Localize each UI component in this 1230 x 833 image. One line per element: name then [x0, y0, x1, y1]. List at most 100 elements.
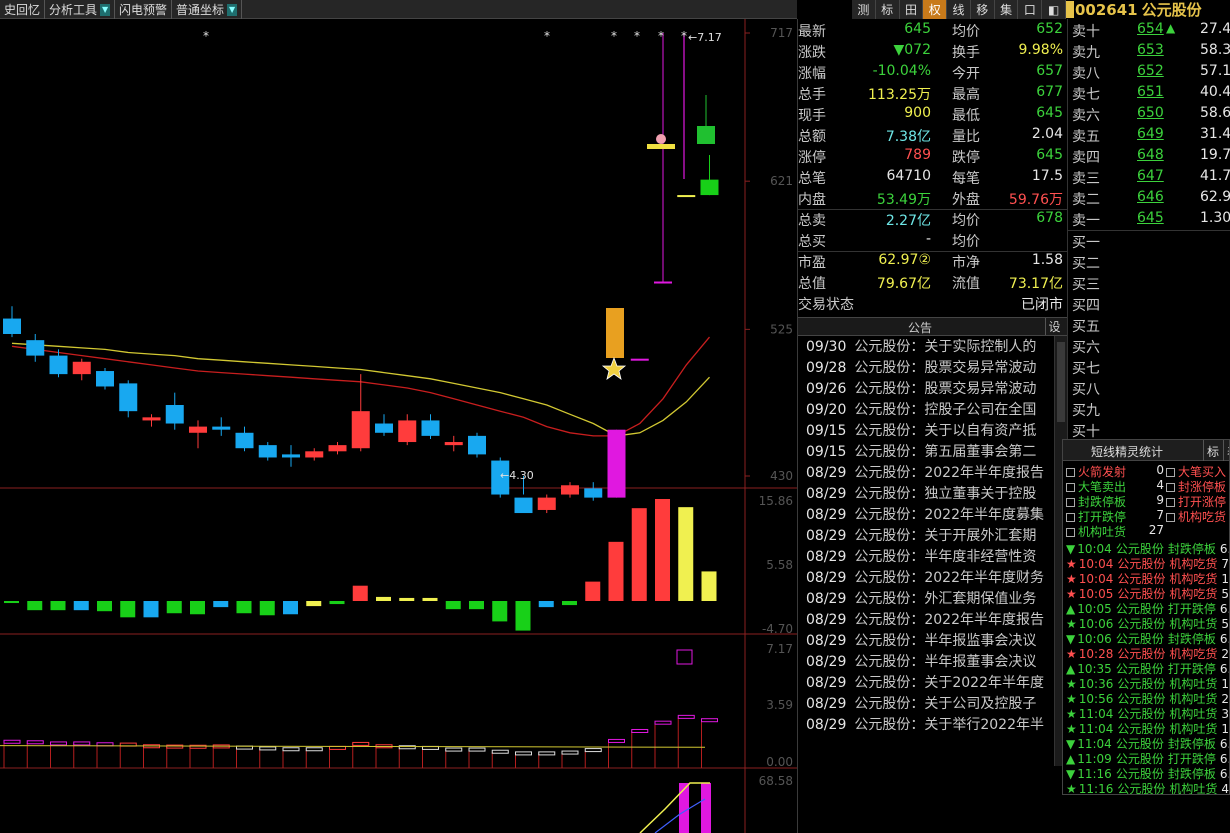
bid-row[interactable]: 买七 [1068, 357, 1230, 378]
bid-row[interactable]: 买四 [1068, 294, 1230, 315]
tool-rights-button[interactable]: 权 [923, 0, 948, 19]
sprite-checkbox[interactable] [1166, 498, 1175, 507]
sprite-checkbox[interactable] [1166, 513, 1175, 522]
announcement-title[interactable]: 公元股份：第五届董事会第二 [854, 444, 1036, 460]
announcement-title[interactable]: 公元股份：股票交易异常波动 [854, 360, 1036, 376]
bid-row[interactable]: 买九 [1068, 399, 1230, 420]
candle[interactable] [96, 367, 114, 390]
announcement-item[interactable]: 09/20 公元股份：控股子公司在全国 [806, 399, 1036, 420]
candle[interactable] [189, 420, 207, 449]
sprite-feed-item[interactable]: ▼11:04公元股份封跌停板6. [1066, 735, 1229, 751]
candle[interactable] [328, 442, 347, 455]
announcement-title[interactable]: 公元股份：控股子公司在全国 [854, 402, 1036, 418]
candle[interactable] [3, 306, 21, 338]
tool-move-button[interactable]: 移 [971, 0, 995, 19]
sprite-stat[interactable]: 打开涨停 [1166, 493, 1226, 509]
bid-row[interactable]: 买八 [1068, 378, 1230, 399]
announcement-item[interactable]: 08/29 公元股份：2022年半年度报告 [806, 462, 1044, 483]
sprite-stat[interactable]: 大笔买入 [1166, 463, 1226, 479]
toolbar-flash-alert-button[interactable]: 闪电预警 [115, 0, 173, 19]
candle[interactable] [444, 435, 463, 452]
announcement-item[interactable]: 08/29 公元股份：半年报董事会决议 [806, 651, 1036, 672]
sprite-checkbox[interactable] [1166, 483, 1175, 492]
ask-price[interactable]: 645 [1137, 210, 1164, 226]
bid-row[interactable]: 买十 [1068, 420, 1230, 441]
sprite-stat[interactable]: 机构吐货 27 [1066, 523, 1164, 539]
ask-row[interactable]: 卖二 646 62.92 [1068, 188, 1230, 209]
announcement-title[interactable]: 公元股份：关于实际控制人的 [854, 339, 1036, 355]
sprite-feed-item[interactable]: ★10:28公元股份机构吃货29 [1066, 645, 1229, 661]
announcement-item[interactable]: 08/03公元股份：关于为子公司提供 [806, 735, 1036, 736]
bid-row[interactable]: 买六 [1068, 336, 1230, 357]
sprite-checkbox[interactable] [1066, 483, 1075, 492]
candle[interactable] [72, 358, 91, 381]
candle[interactable] [142, 414, 161, 427]
sprite-stat[interactable]: 封涨停板 [1166, 478, 1226, 494]
candle[interactable] [468, 432, 486, 458]
announcement-title[interactable]: 公元股份：2022年半年度报告 [854, 612, 1044, 628]
sprite-feed-item[interactable]: ★11:04公元股份机构吐货16 [1066, 720, 1229, 736]
announcement-item[interactable]: 08/29 公元股份：半年报监事会决议 [806, 630, 1036, 651]
announcement-item[interactable]: 09/30 公元股份：关于实际控制人的 [806, 336, 1036, 357]
tool-mark-button[interactable]: 标 [876, 0, 900, 19]
ask-price[interactable]: 648 [1137, 147, 1164, 163]
toolbar-history-button[interactable]: 史回忆 [0, 0, 46, 19]
candle[interactable] [282, 445, 300, 467]
announcement-title[interactable]: 公元股份：独立董事关于控股 [854, 486, 1036, 502]
candle[interactable] [654, 33, 672, 284]
toolbar-analysis-tools-button[interactable]: 分析工具 ▼ [45, 0, 116, 19]
kline-chart[interactable]: 717 621 525 430 ←7.17 ←4.30 * * * * * * 15.86 5.58 -4.… [0, 19, 797, 833]
announcement-title[interactable]: 公元股份：关于公司及控股子 [854, 696, 1036, 712]
announcement-tab[interactable]: 公告 [908, 319, 932, 336]
candle[interactable] [305, 448, 324, 461]
announcement-title[interactable]: 公元股份：关于举行2022年半 [854, 717, 1044, 733]
sprite-tab-mark[interactable]: 标 [1203, 440, 1222, 461]
announcement-item[interactable]: 09/15 公元股份：关于以自有资产抵 [806, 420, 1036, 441]
sprite-feed-item[interactable]: ★10:04公元股份机构吃货17 [1066, 570, 1229, 586]
candle[interactable] [421, 414, 440, 439]
toolbar-coordinate-button[interactable]: 普通坐标 ▼ [172, 0, 243, 19]
candle[interactable] [607, 429, 626, 498]
announcement-settings-button[interactable]: 设 [1045, 318, 1063, 335]
sprite-feed-item[interactable]: ▼10:06公元股份封跌停板6. [1066, 630, 1229, 646]
sprite-stat[interactable]: 大笔卖出 4 [1066, 478, 1164, 494]
ask-price[interactable]: 649 [1137, 126, 1164, 142]
candle[interactable] [119, 380, 138, 418]
tool-window-button[interactable]: 口 [1018, 0, 1043, 19]
announcement-title[interactable]: 公元股份：外汇套期保值业务 [854, 591, 1036, 607]
sprite-stat[interactable]: 封跌停板 9 [1066, 493, 1164, 509]
tool-measure-button[interactable]: 测 [852, 0, 876, 19]
sprite-stat[interactable]: 机构吃货 [1166, 508, 1226, 524]
ask-price[interactable]: 647 [1137, 168, 1164, 184]
announcement-item[interactable]: 08/29 公元股份：半年度非经营性资 [806, 546, 1036, 567]
ask-price[interactable]: 650 [1137, 105, 1164, 121]
candle[interactable] [375, 414, 393, 436]
sprite-feed-item[interactable]: ★11:04公元股份机构吐货39 [1066, 705, 1229, 721]
tool-line-button[interactable]: 线 [947, 0, 971, 19]
ask-row[interactable]: 卖十 654▲ 27.40 [1068, 20, 1230, 41]
announcement-title[interactable]: 公元股份：股票交易异常波动 [854, 381, 1036, 397]
dropdown-arrow-icon[interactable]: ▼ [100, 3, 111, 16]
announcement-item[interactable]: 08/29 公元股份：2022年半年度财务 [806, 567, 1044, 588]
candle[interactable] [398, 414, 417, 446]
ask-price[interactable]: 651 [1137, 84, 1164, 100]
sprite-feed-item[interactable]: ★10:04公元股份机构吃货76 [1066, 555, 1229, 571]
ask-row[interactable]: 卖九 653 58.37 [1068, 41, 1230, 62]
announcement-title[interactable]: 公元股份：关于开展外汇套期 [854, 528, 1036, 544]
sprite-feed-item[interactable]: ★10:05公元股份机构吃货57 [1066, 585, 1229, 601]
candle[interactable] [212, 417, 231, 436]
ask-row[interactable]: 卖五 649 31.48 [1068, 125, 1230, 146]
sprite-feed-item[interactable]: ▲11:09公元股份打开跌停6. [1066, 750, 1229, 766]
sprite-checkbox[interactable] [1166, 468, 1175, 477]
announcement-title[interactable]: 公元股份：关于以自有资产抵 [854, 423, 1036, 439]
candle[interactable] [677, 195, 696, 198]
announcement-title[interactable]: 公元股份：关于2022年半年度 [854, 675, 1044, 691]
bid-row[interactable]: 买一 [1068, 231, 1230, 252]
candle[interactable] [584, 482, 603, 501]
sprite-stat[interactable]: 火箭发射 0 [1066, 463, 1164, 479]
candle[interactable] [26, 333, 45, 362]
tool-set-button[interactable]: 集 [995, 0, 1019, 19]
candle[interactable] [351, 374, 370, 452]
sprite-feed-item[interactable]: ▲10:05公元股份打开跌停6. [1066, 600, 1229, 616]
bid-row[interactable]: 买二 [1068, 252, 1230, 273]
